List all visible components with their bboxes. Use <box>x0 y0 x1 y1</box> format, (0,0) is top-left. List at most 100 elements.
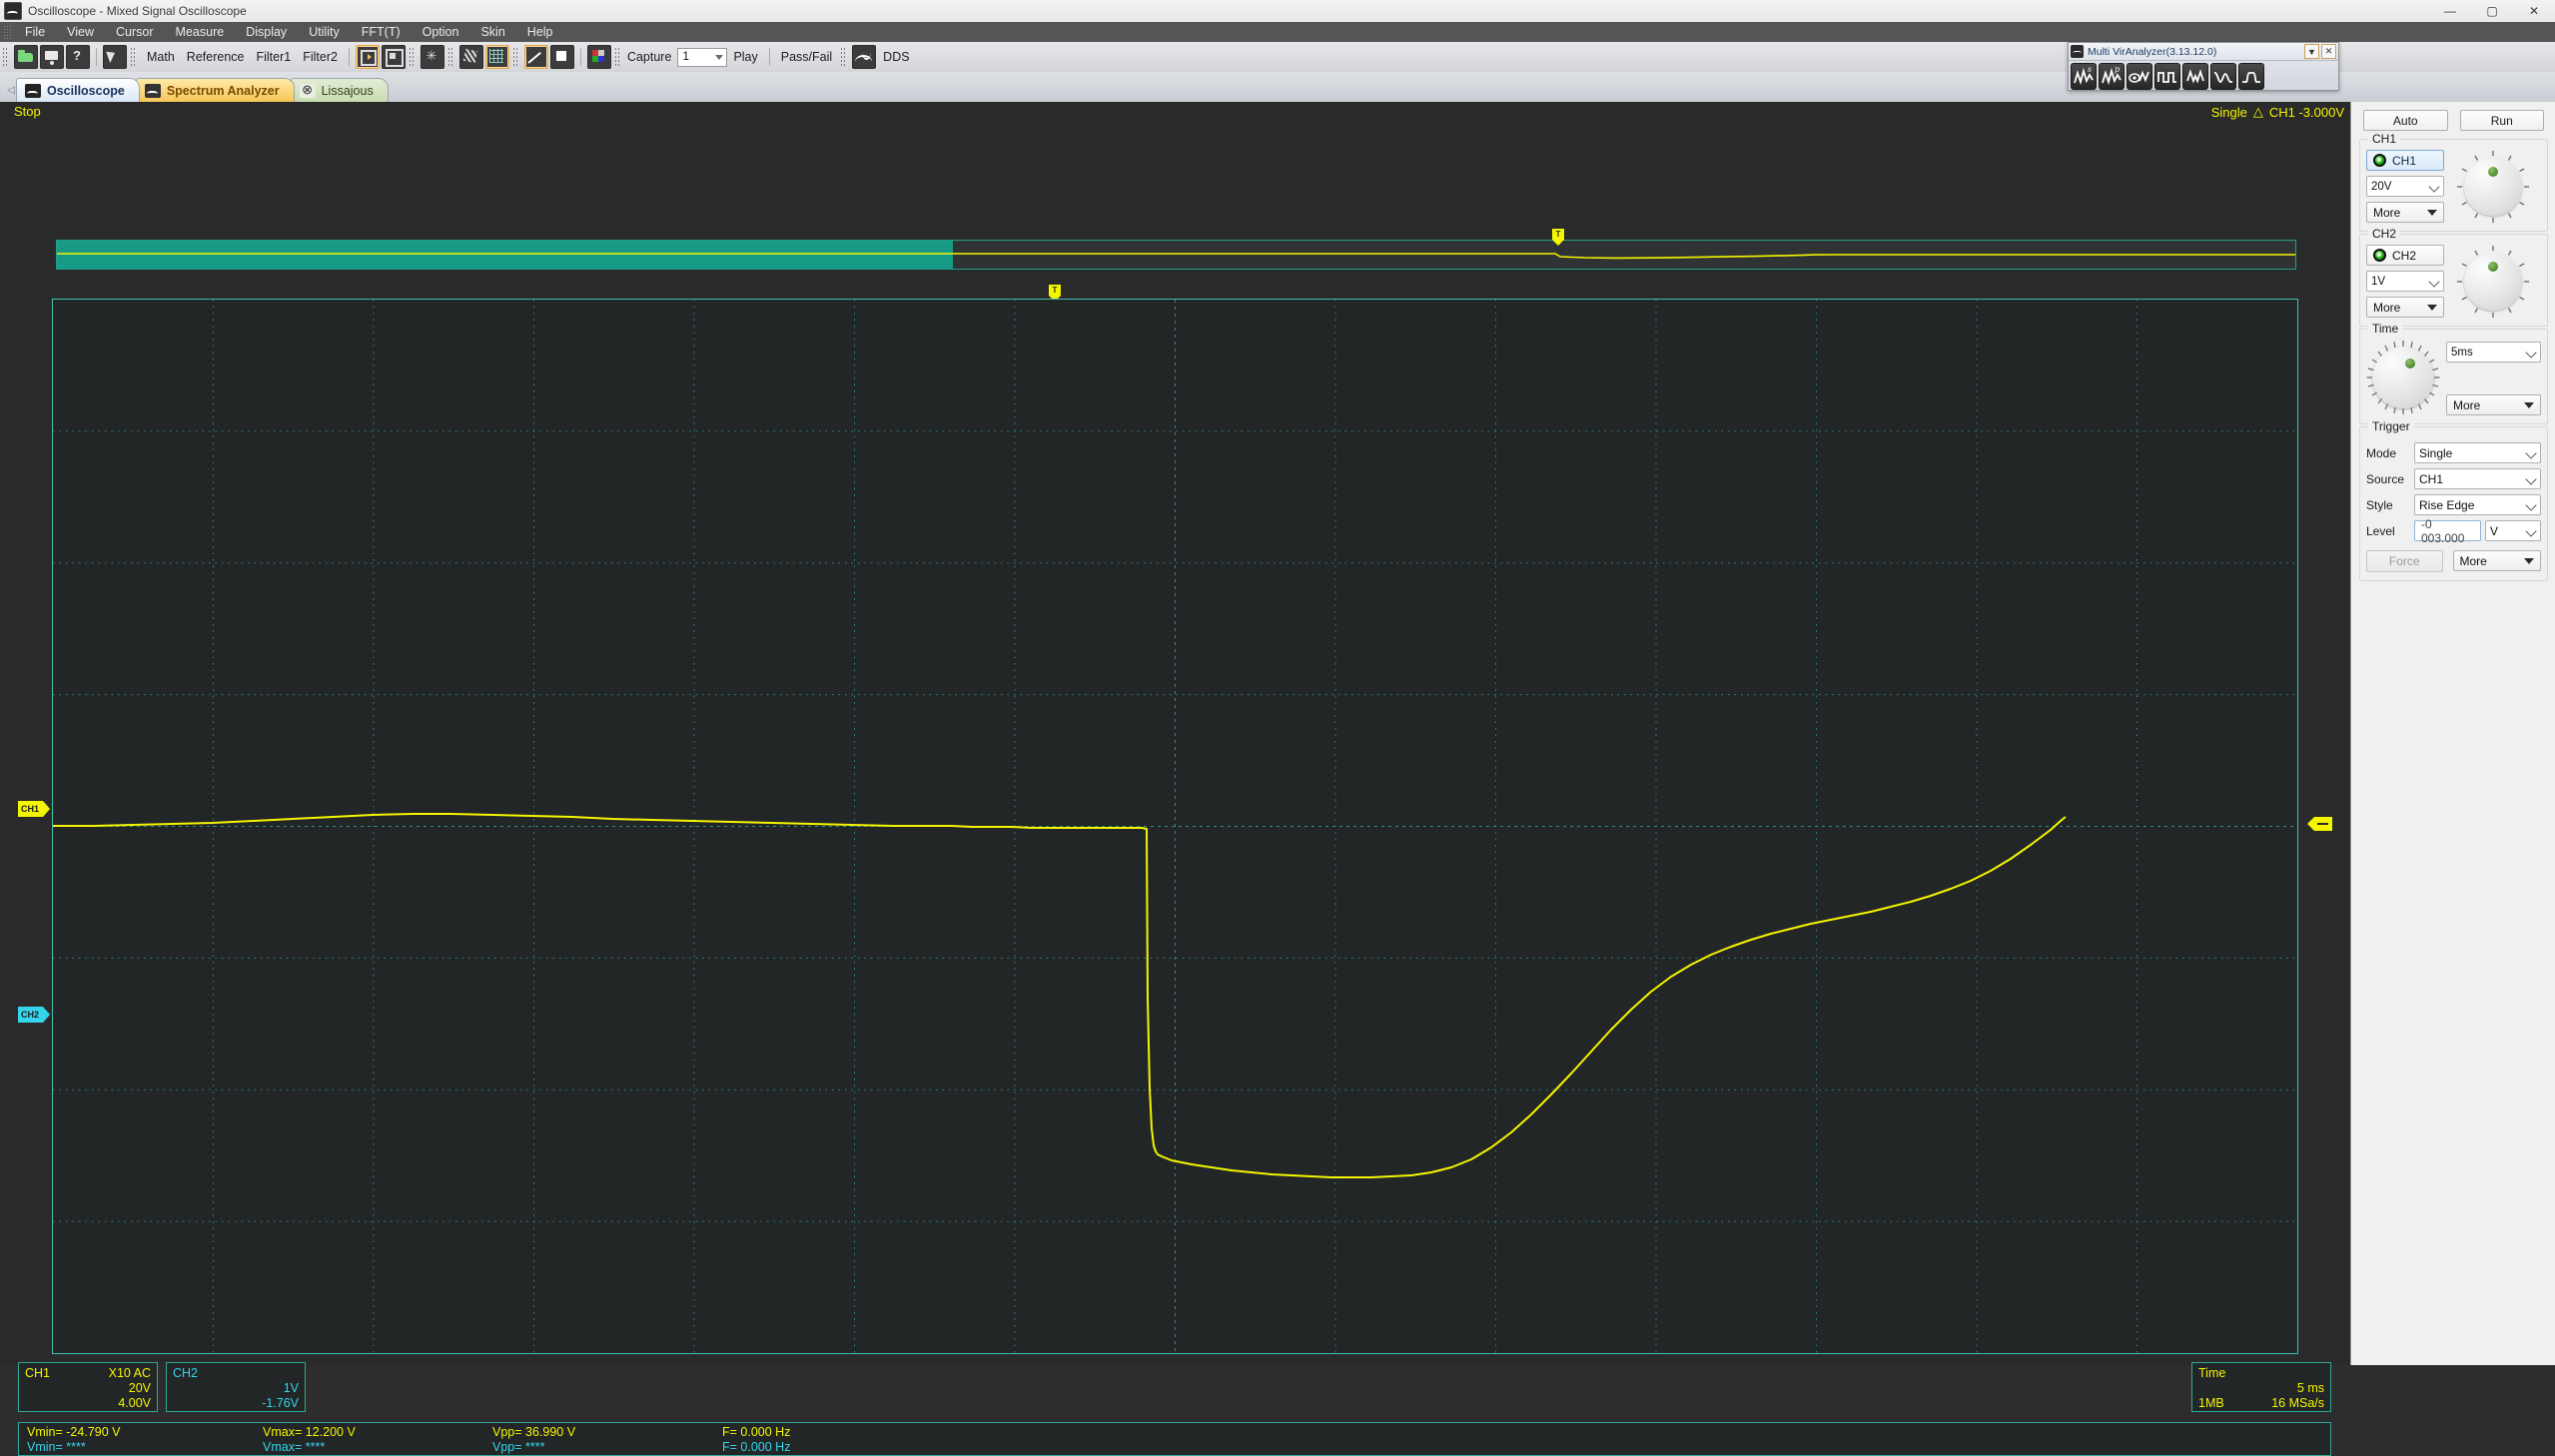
toolbar-grip-6-icon[interactable] <box>613 47 621 67</box>
grid-icon[interactable] <box>484 45 509 69</box>
toolbar-grip-1-icon[interactable] <box>2 47 9 67</box>
ch2-ground-marker[interactable]: CH2 <box>18 1007 50 1023</box>
tab-lissajous[interactable]: Lissajous <box>290 78 389 102</box>
scope-s-icon[interactable]: s <box>2071 63 2097 90</box>
menu-display[interactable]: Display <box>235 23 298 41</box>
trigger-level-marker[interactable] <box>2307 817 2332 831</box>
trigger-level-input[interactable]: -0 003.000 <box>2414 517 2481 545</box>
waveform-plot <box>53 300 2297 1353</box>
arrow-pointer-icon[interactable] <box>103 45 127 69</box>
frame-icon[interactable] <box>381 45 406 69</box>
auto-button[interactable]: Auto <box>2363 110 2448 131</box>
time-more-button[interactable]: More <box>2446 394 2541 415</box>
pulse-flat-icon[interactable] <box>2238 63 2264 90</box>
filled-square-icon[interactable] <box>549 45 574 69</box>
open-folder-icon[interactable] <box>14 45 38 69</box>
diagonal-line-icon[interactable] <box>523 45 548 69</box>
ruler-icon[interactable] <box>458 45 483 69</box>
ch1-scale-select[interactable]: 20V <box>2366 176 2444 197</box>
question-mark-icon[interactable] <box>66 45 90 69</box>
filter1-button[interactable]: Filter1 <box>250 50 297 64</box>
viranalyzer-button-row: s p <box>2069 61 2338 92</box>
ch2-more-label: More <box>2373 300 2401 315</box>
window-controls: — ▢ ✕ <box>2429 0 2555 22</box>
ch1-more-button[interactable]: More <box>2366 202 2444 223</box>
menu-measure[interactable]: Measure <box>165 23 236 41</box>
viranalyzer-close-button[interactable]: ✕ <box>2321 44 2336 59</box>
menu-view[interactable]: View <box>56 23 105 41</box>
trigger-level-unit-select[interactable]: V <box>2485 520 2541 541</box>
menu-skin[interactable]: Skin <box>469 23 515 41</box>
viranalyzer-window[interactable]: Multi VirAnalyzer(3.13.12.0) ▼ ✕ s p <box>2068 42 2339 91</box>
menu-grip-icon[interactable] <box>3 25 11 39</box>
toolbar-grip-5-icon[interactable] <box>511 47 519 67</box>
ch1-ground-marker[interactable]: CH1 <box>18 801 50 817</box>
triangle-down-icon <box>2524 558 2534 564</box>
timebase-knob[interactable] <box>2366 341 2440 414</box>
spectrum-p-icon[interactable]: p <box>2099 63 2125 90</box>
minimize-button[interactable]: — <box>2429 0 2471 22</box>
tab-oscilloscope-label: Oscilloscope <box>47 83 125 98</box>
ac-sine-icon[interactable] <box>2182 63 2208 90</box>
menu-fft[interactable]: FFT(T) <box>351 23 412 41</box>
trigger-more-button[interactable]: More <box>2452 550 2541 571</box>
oscilloscope-app: Oscilloscope - Mixed Signal Oscilloscope… <box>0 0 2555 1456</box>
waveform-overview-strip[interactable] <box>56 240 2296 270</box>
toolbar-grip-4-icon[interactable] <box>446 47 454 67</box>
ch2-more-button[interactable]: More <box>2366 297 2444 318</box>
trigger-mode-select[interactable]: Single <box>2414 442 2541 463</box>
viranalyzer-title-bar[interactable]: Multi VirAnalyzer(3.13.12.0) ▼ ✕ <box>2069 43 2338 61</box>
tab-spectrum-analyzer[interactable]: Spectrum Analyzer <box>135 78 295 102</box>
ch1-vmax-label: Vmax= <box>263 1425 303 1439</box>
menu-cursor[interactable]: Cursor <box>105 23 165 41</box>
passfail-button[interactable]: Pass/Fail <box>775 50 838 64</box>
side-panel-icon[interactable] <box>355 45 380 69</box>
ch1-knob-indicator <box>2487 166 2498 177</box>
trigger-style-label: Style <box>2366 497 2393 512</box>
menu-utility[interactable]: Utility <box>298 23 351 41</box>
trigger-source-select[interactable]: CH1 <box>2414 468 2541 489</box>
ch2-scale-select[interactable]: 1V <box>2366 271 2444 292</box>
ch2-position-knob[interactable] <box>2456 245 2529 318</box>
noise-wave-icon[interactable] <box>2210 63 2236 90</box>
waveform-grid[interactable] <box>52 299 2298 1354</box>
reference-button[interactable]: Reference <box>181 50 251 64</box>
dds-wave-icon[interactable] <box>852 45 877 69</box>
close-button[interactable]: ✕ <box>2513 0 2555 22</box>
force-trigger-button[interactable]: Force <box>2366 550 2443 572</box>
toolbar-grip-3-icon[interactable] <box>408 47 416 67</box>
timebase-select[interactable]: 5ms <box>2446 342 2541 363</box>
pulse-square-icon[interactable] <box>2154 63 2180 90</box>
ch1-position-knob[interactable] <box>2456 150 2529 223</box>
ch2-group-label: CH2 <box>2368 227 2401 241</box>
menu-option[interactable]: Option <box>412 23 470 41</box>
capture-count-input[interactable]: 1 <box>677 47 728 67</box>
chevron-down-icon[interactable] <box>715 54 724 60</box>
filter2-button[interactable]: Filter2 <box>297 50 344 64</box>
menu-help[interactable]: Help <box>516 23 564 41</box>
color-palette-icon[interactable] <box>586 45 611 69</box>
overview-trigger-marker[interactable]: T <box>1552 229 1564 246</box>
ch1-enable-button[interactable]: CH1 <box>2366 150 2444 171</box>
logic-probe-icon[interactable] <box>2127 63 2152 90</box>
ch1-group-label: CH1 <box>2368 132 2401 146</box>
tab-oscilloscope[interactable]: Oscilloscope <box>16 78 140 102</box>
ch1-freq-value: 0.000 Hz <box>740 1425 791 1439</box>
math-button[interactable]: Math <box>141 50 181 64</box>
menu-file[interactable]: File <box>14 23 56 41</box>
toolbar-grip-2-icon[interactable] <box>130 47 137 67</box>
play-button[interactable]: Play <box>727 50 763 64</box>
dds-button[interactable]: DDS <box>877 50 915 64</box>
ch2-enable-button[interactable]: CH2 <box>2366 245 2444 266</box>
run-button[interactable]: Run <box>2459 110 2544 131</box>
ch1-info-probe: X10 AC <box>108 1366 151 1380</box>
trigger-more-label: More <box>2459 553 2487 568</box>
ch1-scale-value: 20V <box>2371 180 2392 193</box>
autoset-star-icon[interactable] <box>420 45 444 69</box>
toolbar-grip-7-icon[interactable] <box>840 47 848 67</box>
viranalyzer-menu-button[interactable]: ▼ <box>2304 44 2319 59</box>
save-disk-icon[interactable] <box>40 45 64 69</box>
trigger-level-label: Level <box>2366 523 2395 538</box>
maximize-button[interactable]: ▢ <box>2471 0 2513 22</box>
trigger-style-select[interactable]: Rise Edge <box>2414 494 2541 515</box>
